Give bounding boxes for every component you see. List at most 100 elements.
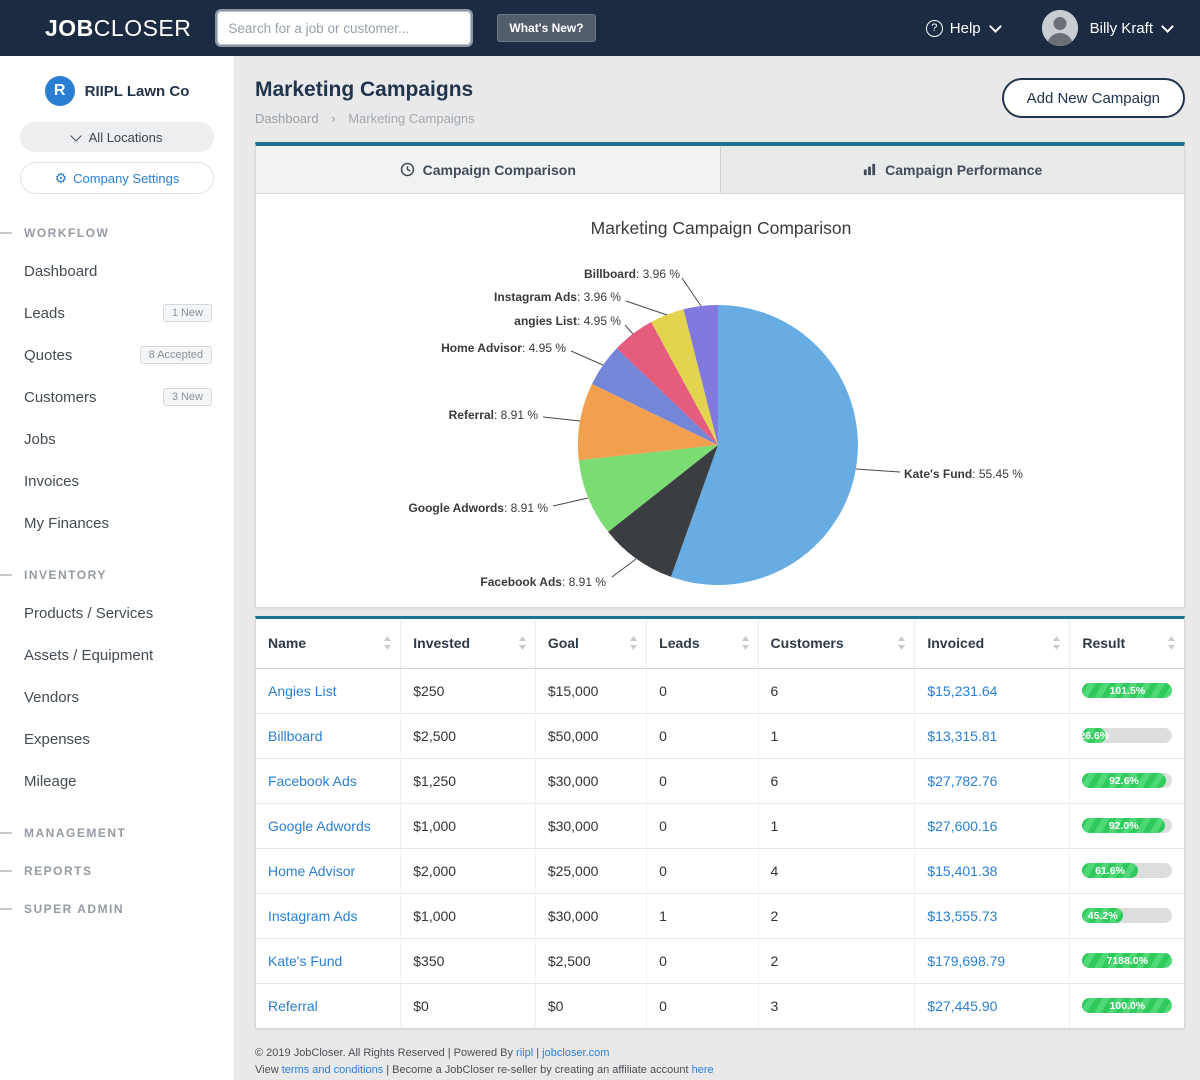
- sidebar-item-quotes[interactable]: Quotes 8 Accepted: [0, 334, 234, 376]
- sidebar-item-mileage[interactable]: Mileage: [0, 760, 234, 802]
- search-input[interactable]: [217, 11, 471, 45]
- page-title: Marketing Campaigns: [255, 78, 475, 102]
- sort-icon[interactable]: [897, 636, 906, 650]
- sidebar-top: R RIIPL Lawn Co All Locations ⚙ Company …: [0, 56, 234, 194]
- goal-cell: $2,500: [535, 938, 646, 983]
- sidebar-section-inventory[interactable]: INVENTORY: [0, 568, 234, 582]
- column-header-leads[interactable]: Leads: [647, 619, 758, 668]
- terms-link[interactable]: terms and conditions: [282, 1064, 384, 1076]
- sidebar-section-workflow[interactable]: WORKFLOW: [0, 226, 234, 240]
- sort-icon[interactable]: [518, 636, 527, 650]
- breadcrumb-dashboard[interactable]: Dashboard: [255, 111, 319, 126]
- sidebar-item-products-services[interactable]: Products / Services: [0, 592, 234, 634]
- invoiced-link[interactable]: $13,555.73: [927, 908, 997, 924]
- slice-label: Billboard: 3.96 %: [584, 267, 680, 281]
- invested-cell: $2,500: [401, 713, 536, 758]
- sidebar-section-reports[interactable]: REPORTS: [0, 864, 234, 878]
- locations-dropdown[interactable]: All Locations: [20, 122, 214, 152]
- invoiced-link[interactable]: $27,445.90: [927, 998, 997, 1014]
- add-new-campaign-button[interactable]: Add New Campaign: [1002, 78, 1185, 118]
- help-menu[interactable]: ? Help: [926, 20, 1000, 37]
- whats-new-button[interactable]: What's New?: [497, 14, 595, 42]
- leads-cell: 0: [647, 803, 758, 848]
- tab-campaign-comparison[interactable]: Campaign Comparison: [256, 146, 721, 193]
- sort-icon[interactable]: [1167, 636, 1176, 650]
- sort-icon[interactable]: [629, 636, 638, 650]
- result-progress-bar: 7188.0%: [1082, 953, 1172, 968]
- jobcloser-link[interactable]: jobcloser.com: [542, 1047, 609, 1059]
- affiliate-here-link[interactable]: here: [692, 1064, 714, 1076]
- invested-cell: $250: [401, 668, 536, 713]
- avatar-silhouette-icon: [1042, 10, 1078, 46]
- section-label: WORKFLOW: [24, 226, 109, 240]
- campaign-name-link[interactable]: Home Advisor: [268, 863, 355, 879]
- section-label: SUPER ADMIN: [24, 902, 124, 916]
- slice-label: Home Advisor: 4.95 %: [441, 341, 566, 355]
- invoiced-link[interactable]: $179,698.79: [927, 953, 1005, 969]
- section-dash-icon: [0, 232, 12, 234]
- sidebar-item-invoices[interactable]: Invoices: [0, 460, 234, 502]
- campaign-name-link[interactable]: Referral: [268, 998, 318, 1014]
- section-dash-icon: [0, 832, 12, 834]
- column-header-invoiced[interactable]: Invoiced: [915, 619, 1070, 668]
- sidebar-item-assets-equipment[interactable]: Assets / Equipment: [0, 634, 234, 676]
- leads-cell: 0: [647, 668, 758, 713]
- campaign-name-link[interactable]: Kate's Fund: [268, 953, 342, 969]
- column-header-customers[interactable]: Customers: [758, 619, 915, 668]
- sort-icon[interactable]: [383, 636, 392, 650]
- slice-label: Instagram Ads: 3.96 %: [494, 290, 621, 304]
- app-logo[interactable]: JOBCLOSER: [45, 15, 191, 42]
- result-progress-bar: 45.2%: [1082, 908, 1172, 923]
- breadcrumb-separator: ›: [331, 111, 335, 126]
- column-header-invested[interactable]: Invested: [401, 619, 536, 668]
- sort-icon[interactable]: [1052, 636, 1061, 650]
- slice-label: Referral: 8.91 %: [449, 408, 539, 422]
- campaign-name-link[interactable]: Billboard: [268, 728, 322, 744]
- column-header-goal[interactable]: Goal: [535, 619, 646, 668]
- label-leader-line: [553, 498, 588, 506]
- company-switcher[interactable]: R RIIPL Lawn Co: [20, 76, 214, 106]
- slice-label: Facebook Ads: 8.91 %: [480, 575, 606, 589]
- result-progress-bar: 101.5%: [1082, 683, 1172, 698]
- campaign-name-link[interactable]: Angies List: [268, 683, 336, 699]
- sidebar-section-management[interactable]: MANAGEMENT: [0, 826, 234, 840]
- status-badge: 8 Accepted: [140, 346, 212, 364]
- table-header-row: NameInvestedGoalLeadsCustomersInvoicedRe…: [256, 619, 1184, 668]
- result-progress-bar: 100.0%: [1082, 998, 1172, 1013]
- sidebar-section-super-admin[interactable]: SUPER ADMIN: [0, 902, 234, 916]
- item-label: Quotes: [24, 347, 72, 364]
- table-row: Facebook Ads $1,250 $30,000 0 6 $27,782.…: [256, 758, 1184, 803]
- sidebar-item-customers[interactable]: Customers 3 New: [0, 376, 234, 418]
- campaign-name-link[interactable]: Facebook Ads: [268, 773, 357, 789]
- invoiced-link[interactable]: $27,600.16: [927, 818, 997, 834]
- campaign-name-link[interactable]: Google Adwords: [268, 818, 371, 834]
- invoiced-link[interactable]: $13,315.81: [927, 728, 997, 744]
- sidebar-item-dashboard[interactable]: Dashboard: [0, 250, 234, 292]
- column-header-name[interactable]: Name: [256, 619, 401, 668]
- sidebar-item-vendors[interactable]: Vendors: [0, 676, 234, 718]
- riipl-link[interactable]: riipl: [516, 1047, 533, 1059]
- sort-icon[interactable]: [741, 636, 750, 650]
- item-label: Products / Services: [24, 605, 153, 622]
- sidebar-item-expenses[interactable]: Expenses: [0, 718, 234, 760]
- user-menu[interactable]: Billy Kraft: [1090, 20, 1172, 37]
- company-settings-button[interactable]: ⚙ Company Settings: [20, 162, 214, 194]
- table-row: Billboard $2,500 $50,000 0 1 $13,315.81 …: [256, 713, 1184, 758]
- table-row: Kate's Fund $350 $2,500 0 2 $179,698.79 …: [256, 938, 1184, 983]
- clock-icon: [400, 162, 415, 177]
- sidebar-item-leads[interactable]: Leads 1 New: [0, 292, 234, 334]
- invoiced-link[interactable]: $15,231.64: [927, 683, 997, 699]
- tab-campaign-performance[interactable]: Campaign Performance: [721, 146, 1185, 193]
- invoiced-link[interactable]: $15,401.38: [927, 863, 997, 879]
- help-label: Help: [950, 20, 981, 37]
- result-label: 101.5%: [1110, 685, 1146, 697]
- sidebar-item-jobs[interactable]: Jobs: [0, 418, 234, 460]
- avatar[interactable]: [1042, 10, 1078, 46]
- column-header-result[interactable]: Result: [1070, 619, 1184, 668]
- campaign-name-link[interactable]: Instagram Ads: [268, 908, 358, 924]
- sidebar-item-my-finances[interactable]: My Finances: [0, 502, 234, 544]
- copyright-text: © 2019 JobCloser. All Rights Reserved | …: [255, 1047, 516, 1059]
- locations-label: All Locations: [89, 130, 163, 145]
- customers-cell: 2: [758, 938, 915, 983]
- invoiced-link[interactable]: $27,782.76: [927, 773, 997, 789]
